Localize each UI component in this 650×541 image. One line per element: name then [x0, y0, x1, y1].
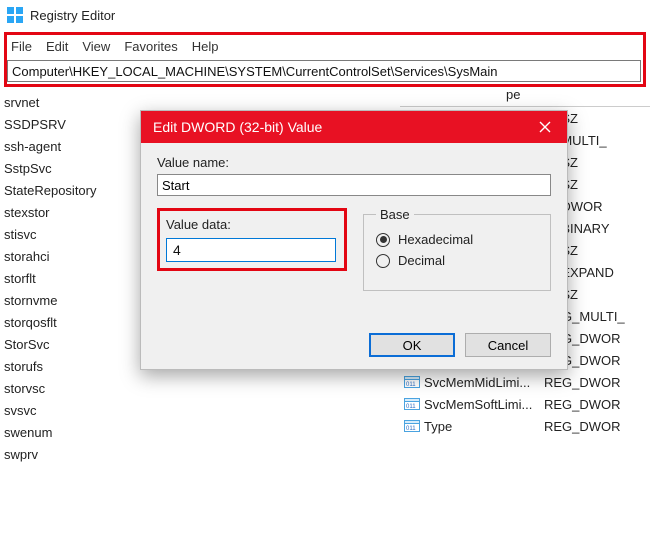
svg-text:011: 011 — [406, 382, 416, 388]
column-header-type[interactable]: pe — [400, 87, 650, 107]
radio-circle-icon — [376, 254, 390, 268]
value-type: REG_DWOR — [544, 375, 621, 390]
tree-item[interactable]: storflt — [4, 267, 130, 289]
radio-circle-icon — [376, 233, 390, 247]
dword-icon: 011 — [404, 418, 420, 434]
value-type: REG_DWOR — [544, 419, 621, 434]
menu-file[interactable]: File — [11, 39, 32, 54]
dword-icon: 011 — [404, 374, 420, 390]
menu-edit[interactable]: Edit — [46, 39, 68, 54]
svg-text:011: 011 — [406, 404, 416, 410]
tree-item[interactable]: StorSvc — [4, 333, 130, 355]
tree-item[interactable]: stisvc — [4, 223, 130, 245]
value-name-input[interactable] — [157, 174, 551, 196]
tree-item[interactable]: stornvme — [4, 289, 130, 311]
edit-dword-dialog: Edit DWORD (32-bit) Value Value name: Va… — [140, 110, 568, 370]
window-title: Registry Editor — [30, 8, 115, 23]
radio-hex-label: Hexadecimal — [398, 232, 473, 247]
base-groupbox: Base Hexadecimal Decimal — [363, 214, 551, 291]
menu-bar: File Edit View Favorites Help — [7, 37, 641, 60]
tree-item[interactable]: SSDPSRV — [4, 113, 130, 135]
tree-item[interactable]: swenum — [4, 421, 130, 443]
svg-text:011: 011 — [406, 426, 416, 432]
tree-item[interactable]: SstpSvc — [4, 157, 130, 179]
address-bar[interactable] — [7, 60, 641, 82]
tree-item[interactable]: swprv — [4, 443, 130, 465]
value-row[interactable]: 011SvcMemSoftLimi...REG_DWOR — [400, 393, 650, 415]
tree-item[interactable]: storufs — [4, 355, 130, 377]
close-button[interactable] — [523, 111, 567, 143]
radio-dec[interactable]: Decimal — [376, 253, 538, 268]
menu-help[interactable]: Help — [192, 39, 219, 54]
tree-item[interactable]: storqosflt — [4, 311, 130, 333]
cancel-button[interactable]: Cancel — [465, 333, 551, 357]
menu-favorites[interactable]: Favorites — [124, 39, 177, 54]
ok-button[interactable]: OK — [369, 333, 455, 357]
dialog-body: Value name: Value data: Base Hexadecimal… — [141, 143, 567, 369]
base-legend: Base — [376, 207, 414, 222]
value-data-label: Value data: — [166, 217, 336, 232]
tree-item[interactable]: svsvc — [4, 399, 130, 421]
value-data-input[interactable] — [166, 238, 336, 262]
value-row[interactable]: 011TypeREG_DWOR — [400, 415, 650, 437]
tree-item[interactable]: storvsc — [4, 377, 130, 399]
value-data-highlight: Value data: — [157, 208, 347, 271]
value-row[interactable]: 011SvcMemMidLimi...REG_DWOR — [400, 371, 650, 393]
dialog-titlebar: Edit DWORD (32-bit) Value — [141, 111, 567, 143]
menu-view[interactable]: View — [82, 39, 110, 54]
tree-panel: srvnetSSDPSRVssh-agentSstpSvcStateReposi… — [0, 87, 130, 527]
dword-icon: 011 — [404, 396, 420, 412]
tree-item[interactable]: stexstor — [4, 201, 130, 223]
radio-hex[interactable]: Hexadecimal — [376, 232, 538, 247]
window-titlebar: Registry Editor — [0, 0, 650, 30]
tree-item[interactable]: StateRepository — [4, 179, 130, 201]
menu-address-highlight: File Edit View Favorites Help — [4, 32, 646, 87]
dialog-title: Edit DWORD (32-bit) Value — [153, 119, 322, 135]
radio-dec-label: Decimal — [398, 253, 445, 268]
value-name-label: Value name: — [157, 155, 551, 170]
value-type: REG_DWOR — [544, 397, 621, 412]
tree-item[interactable]: ssh-agent — [4, 135, 130, 157]
regedit-icon — [6, 6, 24, 24]
tree-item[interactable]: srvnet — [4, 91, 130, 113]
tree-item[interactable]: storahci — [4, 245, 130, 267]
